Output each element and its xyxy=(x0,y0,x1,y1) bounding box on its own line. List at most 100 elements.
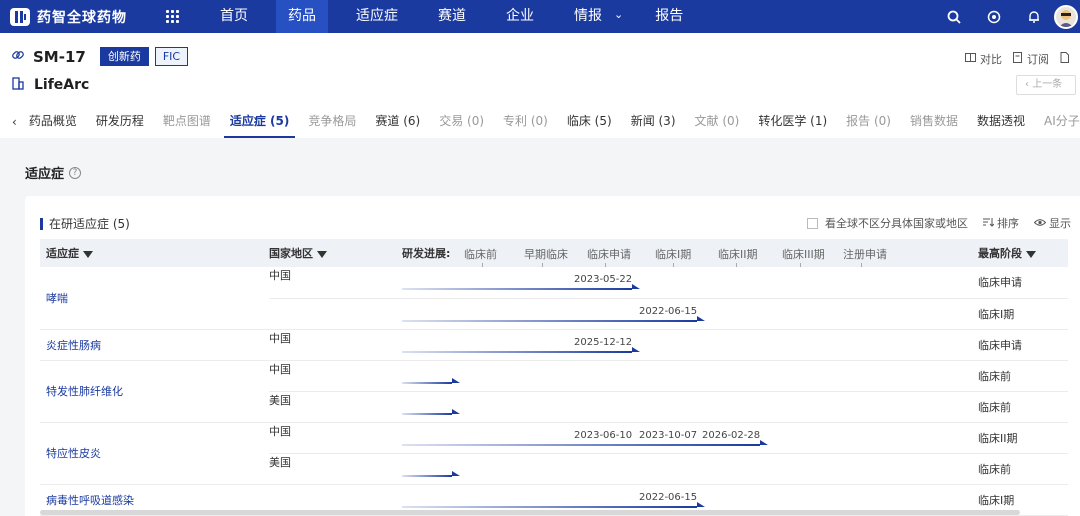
highest-stage-cell: 临床II期 xyxy=(978,431,1018,445)
tab[interactable]: 数据透视 xyxy=(977,105,1025,138)
document-icon xyxy=(1059,52,1070,66)
progress-arrow-icon xyxy=(697,501,705,507)
filter-icon[interactable] xyxy=(1026,250,1036,258)
tab[interactable]: 赛道 (6) xyxy=(375,105,420,138)
tab[interactable]: 转化医学 (1) xyxy=(758,105,827,138)
chevron-left-icon: ‹ xyxy=(1025,79,1029,90)
tab[interactable]: 适应症 (5) xyxy=(223,105,295,138)
progress-arrow-icon xyxy=(760,439,768,445)
settings-icon[interactable] xyxy=(974,10,1014,24)
avatar[interactable] xyxy=(1054,4,1078,29)
highest-stage-cell: 临床申请 xyxy=(978,338,1022,352)
indication-link[interactable]: 特应性皮炎 xyxy=(46,447,101,460)
progress-arrow-icon xyxy=(697,315,705,321)
indication-link[interactable]: 病毒性呼吸道感染 xyxy=(46,494,134,507)
tab[interactable]: 交易 (0) xyxy=(439,105,484,138)
milestone-date: 2023-05-22 xyxy=(574,274,633,285)
indication-link[interactable]: 特发性肺纤维化 xyxy=(46,385,123,398)
tab[interactable]: 销售数据 xyxy=(910,105,958,138)
sort-icon xyxy=(983,217,995,230)
nav-item[interactable]: 赛道 xyxy=(426,0,478,33)
progress-track: 2023-05-22 xyxy=(402,267,978,298)
apps-grid-icon[interactable] xyxy=(166,9,180,24)
section-title-text: 适应症 xyxy=(25,167,65,182)
chevron-down-icon: ⌄ xyxy=(614,8,624,21)
nav-item[interactable]: 首页 xyxy=(208,0,260,33)
tab[interactable]: 靶点图谱 xyxy=(163,105,211,138)
sort-label: 排序 xyxy=(997,217,1019,230)
progress-track: 2025-12-12 xyxy=(402,330,978,361)
progress-arrow-icon xyxy=(452,377,460,383)
region-cell: 中国 xyxy=(269,331,291,345)
tab[interactable]: 文献 (0) xyxy=(695,105,740,138)
highest-stage-cell: 临床前 xyxy=(978,462,1011,476)
nav-item[interactable]: 适应症 xyxy=(344,0,410,33)
bell-icon[interactable] xyxy=(1014,10,1054,24)
highest-stage-cell: 临床I期 xyxy=(978,307,1015,321)
filter-icon[interactable] xyxy=(317,250,327,258)
tab[interactable]: 竞争格局 xyxy=(308,105,356,138)
progress-arrow-icon xyxy=(452,408,460,414)
highest-stage-cell: 临床前 xyxy=(978,369,1011,383)
prev-record-button[interactable]: ‹ 上一条 xyxy=(1016,75,1076,95)
table-header-row: 适应症 国家地区 研发进展: 临床前 早期临床 临床申请 临床I期 临床II期 临床III… xyxy=(40,239,1068,267)
progress-bar xyxy=(402,288,632,290)
milestone-date: 2023-06-10 xyxy=(574,429,633,441)
progress-bar xyxy=(402,443,760,446)
indication-link[interactable]: 炎症性肠病 xyxy=(46,339,101,352)
progress-bar xyxy=(402,381,452,384)
chevron-left-icon[interactable]: ‹ xyxy=(12,115,17,129)
stage-label: 注册申请 xyxy=(843,248,887,261)
progress-bar xyxy=(402,505,697,508)
subscribe-icon xyxy=(1012,52,1023,66)
logo[interactable]: 药智全球药物 xyxy=(9,6,159,28)
progress-arrow-icon xyxy=(632,284,640,289)
progress-track xyxy=(402,392,978,423)
horizontal-scrollbar[interactable] xyxy=(40,510,1020,515)
main-nav: 首页 药品 适应症 赛道 企业 情报 ⌄ 报告 xyxy=(208,0,711,33)
nav-item[interactable]: 企业 xyxy=(494,0,546,33)
display-button[interactable]: 显示 xyxy=(1033,215,1071,231)
stage-label: 临床前 xyxy=(464,248,497,261)
compare-icon xyxy=(965,52,976,66)
tab[interactable]: 临床 (5) xyxy=(567,105,612,138)
sort-button[interactable]: 排序 xyxy=(983,215,1019,231)
header-region-label: 国家地区 xyxy=(269,247,313,260)
global-checkbox[interactable] xyxy=(807,217,818,229)
milestone-date: 2026-02-28 xyxy=(702,429,761,441)
header-indication-label: 适应症 xyxy=(46,247,79,260)
tab[interactable]: AI分子对 xyxy=(1044,105,1080,138)
nav-item[interactable]: 报告 xyxy=(643,0,695,33)
subscribe-button[interactable]: 订阅 xyxy=(1012,51,1049,67)
filter-icon[interactable] xyxy=(83,250,93,258)
stage-label: 临床申请 xyxy=(587,248,631,261)
header-indication[interactable]: 适应症 xyxy=(40,239,269,267)
tab[interactable]: 新闻 (3) xyxy=(631,105,676,138)
nav-item[interactable]: 情报 xyxy=(562,0,614,33)
header-highest-stage[interactable]: 最高阶段 xyxy=(978,239,1068,267)
report-icon-button[interactable] xyxy=(1059,51,1070,67)
eye-icon xyxy=(1033,217,1047,230)
tab[interactable]: 报告 (0) xyxy=(846,105,891,138)
indication-link[interactable]: 哮喘 xyxy=(46,292,68,305)
highest-stage-cell: 临床申请 xyxy=(978,276,1022,290)
progress-track xyxy=(402,454,978,485)
logo-icon xyxy=(9,6,31,28)
title-accent-bar xyxy=(40,217,43,230)
stage-label: 临床I期 xyxy=(655,248,692,261)
link-icon xyxy=(11,48,25,65)
tab[interactable]: 药品概览 xyxy=(29,105,77,138)
highest-stage-cell: 临床I期 xyxy=(978,493,1015,507)
milestone-date: 2022-06-15 xyxy=(639,491,698,503)
indications-table: 适应症 国家地区 研发进展: 临床前 早期临床 临床申请 临床I期 临床II期 临床III… xyxy=(40,239,1068,516)
header-progress: 研发进展: 临床前 早期临床 临床申请 临床I期 临床II期 临床III期 注册申请 xyxy=(402,239,978,267)
region-cell: 中国 xyxy=(269,269,291,283)
compare-button[interactable]: 对比 xyxy=(965,51,1002,67)
header-region[interactable]: 国家地区 xyxy=(269,239,402,267)
tab[interactable]: 专利 (0) xyxy=(503,105,548,138)
search-icon[interactable] xyxy=(934,10,974,24)
nav-item[interactable]: 药品 xyxy=(276,0,328,33)
company-name[interactable]: LifeArc xyxy=(34,77,89,93)
help-icon[interactable]: ? xyxy=(69,166,82,179)
tab[interactable]: 研发历程 xyxy=(96,105,144,138)
